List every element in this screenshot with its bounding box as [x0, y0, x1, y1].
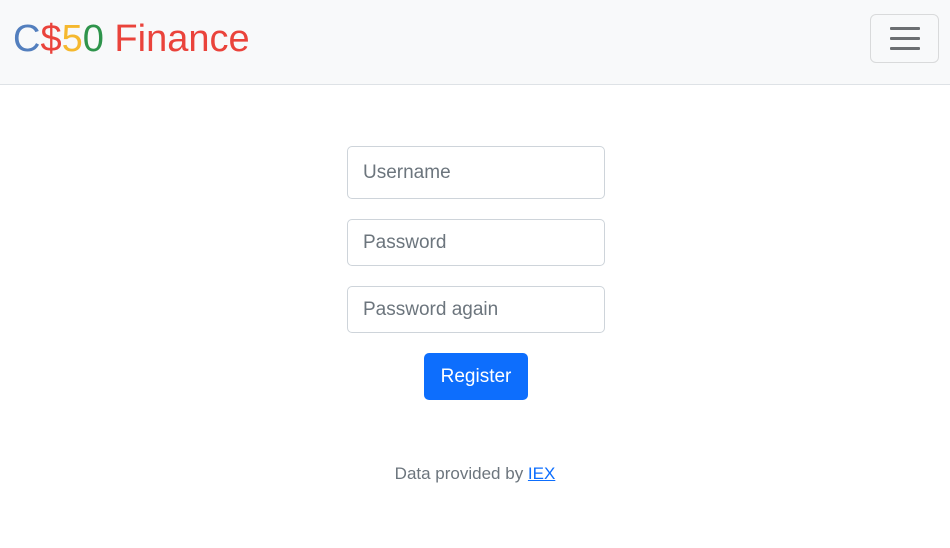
- hamburger-bar: [890, 27, 920, 30]
- navbar-toggler-button[interactable]: [870, 14, 939, 63]
- footer: Data provided by IEX: [0, 462, 950, 486]
- username-input[interactable]: [347, 146, 605, 199]
- hamburger-bar: [890, 37, 920, 40]
- brand-logo-link[interactable]: C$50 Finance: [13, 15, 250, 63]
- brand-word-finance: Finance: [103, 18, 250, 60]
- password-confirmation-input[interactable]: [347, 286, 605, 333]
- navbar: C$50 Finance: [0, 0, 950, 85]
- brand-letter-c: C: [13, 18, 41, 60]
- brand-letter-5: 5: [61, 18, 83, 60]
- hamburger-bar: [890, 47, 920, 50]
- brand-letter-0: 0: [82, 18, 104, 60]
- hamburger-menu-icon: [890, 27, 920, 51]
- password-input[interactable]: [347, 219, 605, 266]
- iex-link[interactable]: IEX: [528, 464, 555, 483]
- footer-text: Data provided by: [394, 464, 528, 483]
- register-button[interactable]: Register: [424, 353, 528, 400]
- brand-letter-dollar: $: [40, 18, 62, 60]
